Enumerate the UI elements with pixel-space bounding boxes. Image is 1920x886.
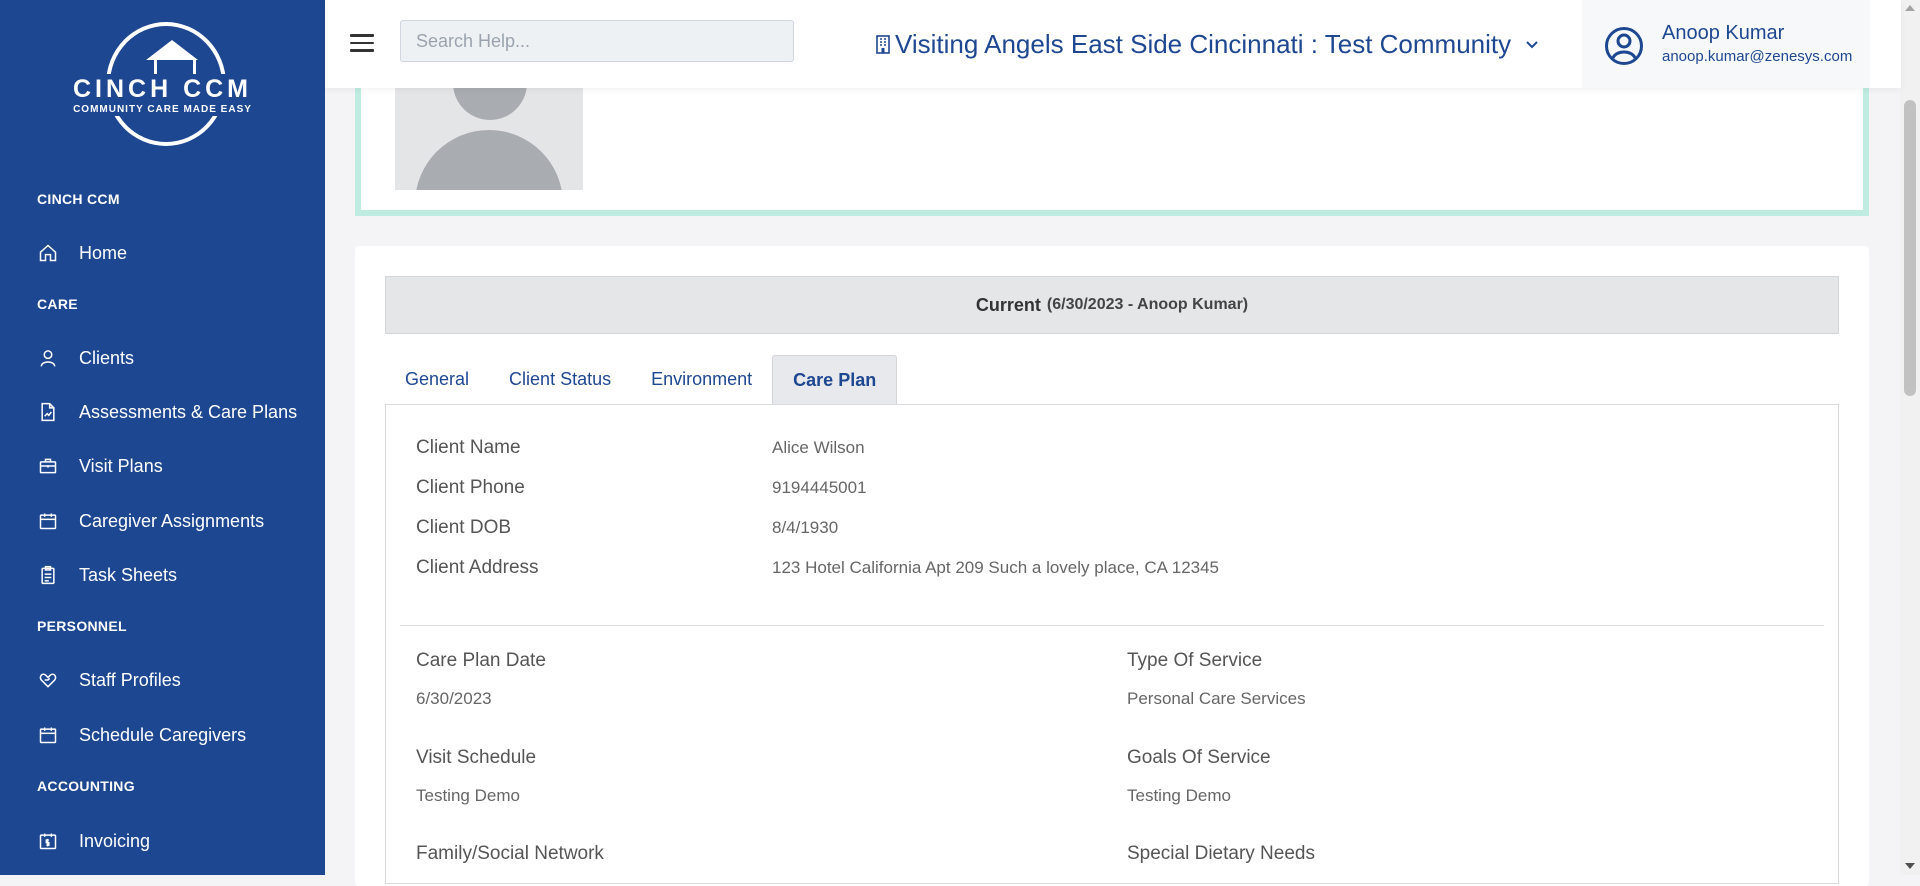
logo-tagline: COMMUNITY CARE MADE EASY	[64, 104, 261, 116]
heart-hand-icon	[37, 669, 59, 691]
calendar-icon	[37, 510, 59, 532]
cinch-ccm-logo[interactable]: CINCH CCM COMMUNITY CARE MADE EASY	[60, 22, 265, 152]
type-of-service-value: Personal Care Services	[1127, 689, 1306, 708]
clipboard-icon	[37, 564, 59, 586]
sidebar-item-caregiver-assignments[interactable]: Caregiver Assignments	[37, 506, 264, 536]
sidebar-item-label: Staff Profiles	[79, 669, 181, 690]
scroll-up-arrow-icon[interactable]	[1905, 5, 1915, 11]
sidebar-item-visit-plans[interactable]: Visit Plans	[37, 451, 163, 481]
community-selector[interactable]: Visiting Angels East Side Cincinnati : T…	[875, 26, 1539, 62]
hamburger-menu-icon[interactable]	[350, 34, 374, 54]
sidebar-item-staff-profiles[interactable]: Staff Profiles	[37, 665, 181, 695]
client-phone-label: Client Phone	[416, 477, 525, 498]
sidebar-item-label: Caregiver Assignments	[79, 510, 265, 531]
tab-general[interactable]: General	[385, 355, 489, 404]
scrollbar-thumb[interactable]	[1904, 100, 1916, 396]
visit-schedule-label: Visit Schedule	[416, 747, 537, 768]
sidebar-item-label: Clients	[79, 347, 135, 368]
current-label: Current	[975, 294, 1041, 315]
sidebar-item-invoicing[interactable]: Invoicing	[37, 826, 150, 856]
chevron-down-icon	[1526, 41, 1538, 49]
special-dietary-needs-label: Special Dietary Needs	[1127, 843, 1315, 864]
family-social-network-label: Family/Social Network	[416, 843, 604, 864]
care-plan-content	[385, 404, 1839, 884]
client-dob-value: 8/4/1930	[772, 518, 839, 537]
care-plan-date-label: Care Plan Date	[416, 650, 546, 671]
tab-care-plan[interactable]: Care Plan	[772, 355, 898, 404]
tab-environment[interactable]: Environment	[631, 355, 772, 404]
sidebar-item-label: Assessments & Care Plans	[79, 401, 298, 422]
client-name-value: Alice Wilson	[772, 438, 865, 457]
sidebar: CINCH CCM COMMUNITY CARE MADE EASY CINCH…	[0, 0, 325, 875]
user-name: Anoop Kumar	[1662, 22, 1785, 44]
sidebar-item-label: Schedule Caregivers	[79, 724, 247, 745]
section-title-accounting: ACCOUNTING	[37, 778, 135, 794]
sidebar-item-label: Task Sheets	[79, 564, 178, 585]
sidebar-item-task-sheets[interactable]: Task Sheets	[37, 560, 177, 590]
section-title-cinch-ccm: CINCH CCM	[37, 191, 120, 207]
client-name-label: Client Name	[416, 437, 521, 458]
user-circle-icon	[1605, 27, 1643, 65]
section-title-care: CARE	[37, 296, 78, 312]
sidebar-item-schedule-caregivers[interactable]: Schedule Caregivers	[37, 720, 246, 750]
tab-client-status[interactable]: Client Status	[489, 355, 631, 404]
user-menu[interactable]: Anoop Kumar anoop.kumar@zenesys.com	[1582, 0, 1870, 88]
sidebar-item-label: Home	[79, 242, 128, 263]
top-header: Visiting Angels East Side Cincinnati : T…	[325, 0, 1901, 88]
calendar-icon	[37, 724, 59, 746]
goals-of-service-value: Testing Demo	[1127, 786, 1231, 805]
logo-house-roof	[146, 40, 198, 60]
assessment-tabs: General Client Status Environment Care P…	[385, 355, 898, 405]
client-address-value: 123 Hotel California Apt 209 Such a love…	[772, 558, 1220, 577]
current-detail: (6/30/2023 - Anoop Kumar)	[1046, 296, 1249, 313]
search-help-input[interactable]	[400, 20, 794, 62]
current-version-bar[interactable]: Current (6/30/2023 - Anoop Kumar)	[385, 276, 1839, 334]
client-dob-label: Client DOB	[416, 517, 512, 538]
section-divider	[400, 625, 1824, 626]
invoice-icon	[37, 830, 59, 852]
goals-of-service-label: Goals Of Service	[1127, 747, 1271, 768]
visit-schedule-value: Testing Demo	[416, 786, 520, 805]
scroll-down-arrow-icon[interactable]	[1905, 863, 1915, 869]
community-name: Visiting Angels East Side Cincinnati : T…	[895, 28, 1512, 59]
user-icon	[37, 347, 59, 369]
section-title-personnel: PERSONNEL	[37, 618, 127, 634]
logo-title: CINCH CCM	[60, 74, 265, 104]
building-icon	[876, 35, 890, 54]
page-scrollbar[interactable]	[1900, 0, 1920, 875]
sidebar-item-label: Invoicing	[79, 830, 151, 851]
client-phone-value: 9194445001	[772, 478, 867, 497]
briefcase-icon	[37, 455, 59, 477]
user-email: anoop.kumar@zenesys.com	[1662, 48, 1853, 65]
client-address-label: Client Address	[416, 557, 539, 578]
sidebar-item-assessments[interactable]: Assessments & Care Plans	[37, 397, 297, 427]
care-plan-date-value: 6/30/2023	[416, 689, 492, 708]
sidebar-item-clients[interactable]: Clients	[37, 343, 134, 373]
home-icon	[37, 242, 59, 264]
sidebar-item-label: Visit Plans	[79, 455, 163, 476]
sidebar-item-home[interactable]: Home	[37, 238, 127, 268]
type-of-service-label: Type Of Service	[1127, 650, 1263, 671]
document-chart-icon	[37, 401, 59, 423]
